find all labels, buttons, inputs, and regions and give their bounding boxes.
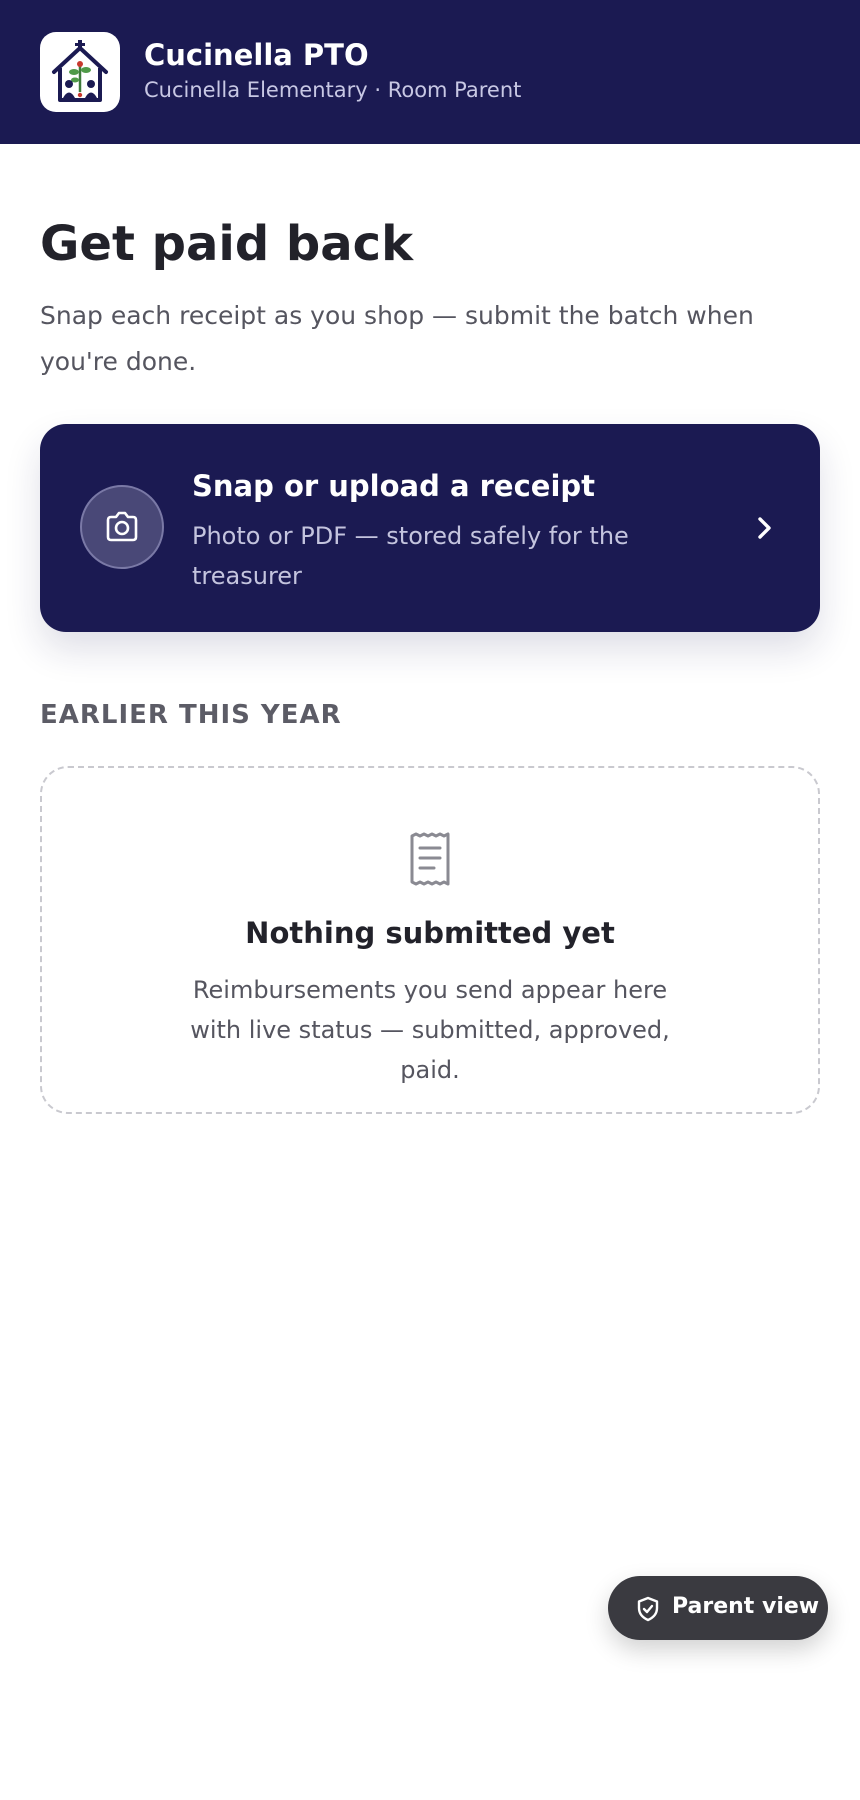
org-subtitle: Cucinella Elementary · Room Parent — [144, 78, 522, 102]
upload-card-title: Snap or upload a receipt — [192, 469, 596, 503]
page-subtitle: Snap each receipt as you shop — submit t… — [40, 301, 754, 376]
parent-view-label: Parent view — [672, 1594, 820, 1619]
receipt-icon — [408, 832, 452, 890]
empty-state-subtitle: Reimbursements you send appear here with… — [190, 976, 670, 1084]
empty-state-title: Nothing submitted yet — [245, 916, 615, 950]
upload-card-subtitle: Photo or PDF — stored safely for the tre… — [192, 522, 629, 590]
school-house-logo-icon — [40, 32, 120, 112]
page-title: Get paid back — [40, 216, 414, 272]
section-label-earlier: EARLIER THIS YEAR — [40, 700, 342, 730]
org-name: Cucinella PTO — [144, 38, 369, 72]
shield-check-icon — [637, 1596, 659, 1622]
upload-receipt-button[interactable]: Snap or upload a receipt Photo or PDF — … — [40, 424, 820, 632]
camera-icon — [80, 485, 164, 569]
app-header: Cucinella PTO Cucinella Elementary · Roo… — [0, 0, 860, 144]
chevron-right-icon — [752, 514, 776, 546]
empty-state: Nothing submitted yet Reimbursements you… — [40, 766, 820, 1114]
parent-view-button[interactable]: Parent view — [608, 1576, 828, 1640]
